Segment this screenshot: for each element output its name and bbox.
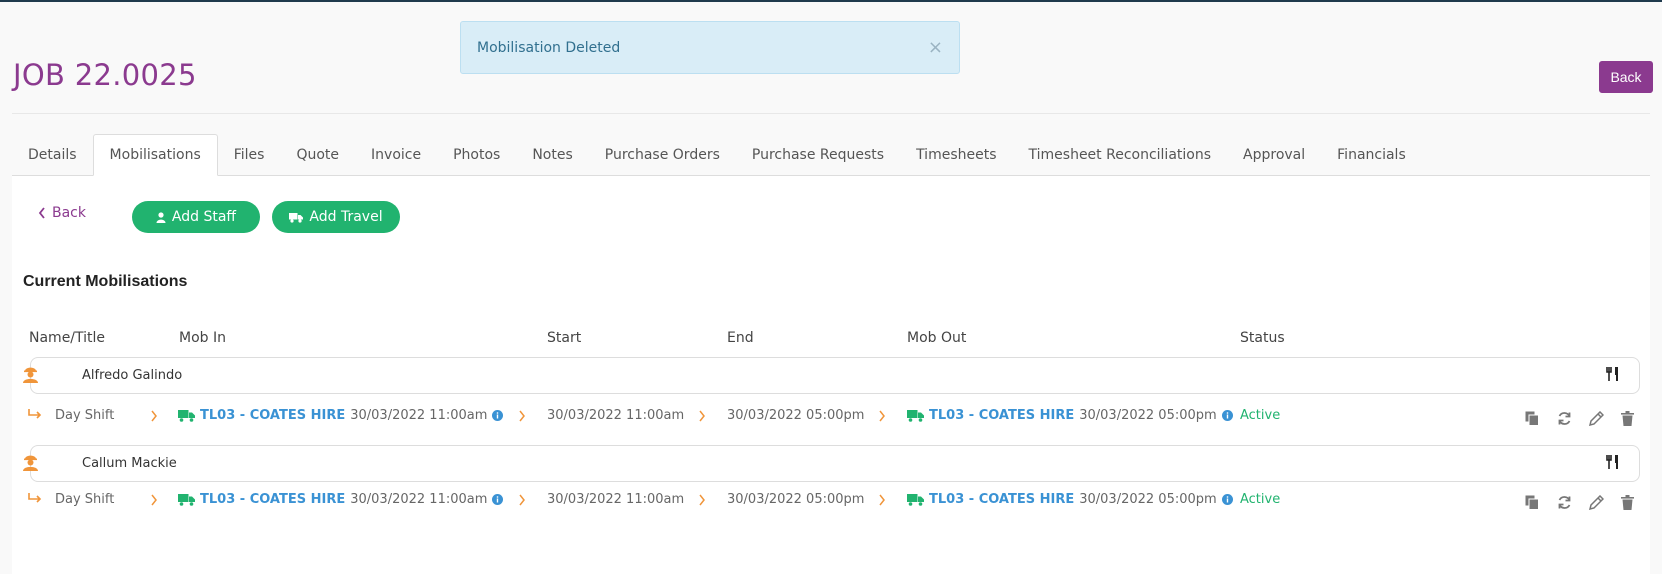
truck-icon	[907, 410, 924, 422]
mob-in-vehicle-link[interactable]: TL03 - COATES HIRE	[200, 492, 345, 507]
mob-out-time: 30/03/2022 05:00pm	[1079, 408, 1217, 423]
tab-purchase-requests[interactable]: Purchase Requests	[736, 134, 900, 175]
worker-icon	[23, 367, 38, 383]
mob-in-cell: TL03 - COATES HIRE 30/03/2022 11:00am	[178, 492, 504, 507]
mob-out-cell: TL03 - COATES HIRE 30/03/2022 05:00pm	[907, 408, 1233, 423]
info-icon[interactable]	[1221, 410, 1233, 421]
truck-icon	[289, 212, 304, 223]
info-icon[interactable]	[492, 494, 504, 505]
end-time: 30/03/2022 05:00pm	[727, 492, 865, 507]
mobilisations-back-link[interactable]: Back	[38, 205, 86, 221]
chevron-right-icon	[699, 410, 705, 422]
person-name: Callum Mackie	[82, 456, 177, 471]
status-badge: Active	[1240, 492, 1281, 507]
person-row: Alfredo Galindo	[30, 357, 1640, 394]
column-header-name: Name/Title	[29, 330, 106, 346]
column-header-start: Start	[547, 330, 582, 346]
section-title: Current Mobilisations	[23, 273, 188, 290]
truck-icon	[178, 410, 195, 422]
divider	[12, 113, 1650, 114]
add-travel-label: Add Travel	[309, 209, 383, 225]
mob-in-time: 30/03/2022 11:00am	[350, 408, 488, 423]
person-name: Alfredo Galindo	[82, 368, 183, 383]
meal-icon[interactable]	[1606, 367, 1620, 381]
tab-details[interactable]: Details	[12, 134, 93, 175]
mob-out-vehicle-link[interactable]: TL03 - COATES HIRE	[929, 408, 1074, 423]
person-row: Callum Mackie	[30, 445, 1640, 482]
chevron-right-icon	[879, 410, 885, 422]
truck-icon	[178, 494, 195, 506]
add-staff-label: Add Staff	[171, 209, 237, 225]
tab-bar: Details Mobilisations Files Quote Invoic…	[12, 134, 1650, 176]
top-border	[0, 0, 1662, 2]
edit-icon[interactable]	[1589, 495, 1604, 510]
tab-photos[interactable]: Photos	[437, 134, 516, 175]
tab-purchase-orders[interactable]: Purchase Orders	[589, 134, 736, 175]
chevron-right-icon	[519, 494, 525, 506]
alert-banner: Mobilisation Deleted ×	[460, 21, 960, 74]
back-button[interactable]: Back	[1599, 61, 1653, 93]
meal-icon[interactable]	[1606, 455, 1620, 469]
chevron-right-icon	[699, 494, 705, 506]
mob-out-time: 30/03/2022 05:00pm	[1079, 492, 1217, 507]
worker-icon	[23, 455, 38, 471]
refresh-icon[interactable]	[1557, 411, 1572, 426]
trash-icon[interactable]	[1621, 495, 1634, 510]
mob-out-vehicle-link[interactable]: TL03 - COATES HIRE	[929, 492, 1074, 507]
alert-message: Mobilisation Deleted	[477, 39, 621, 56]
mob-out-cell: TL03 - COATES HIRE 30/03/2022 05:00pm	[907, 492, 1233, 507]
mob-in-vehicle-link[interactable]: TL03 - COATES HIRE	[200, 408, 345, 423]
sub-row-arrow-icon	[28, 493, 42, 503]
info-icon[interactable]	[1221, 494, 1233, 505]
tab-financials[interactable]: Financials	[1321, 134, 1422, 175]
tab-quote[interactable]: Quote	[280, 134, 355, 175]
copy-icon[interactable]	[1525, 495, 1539, 510]
chevron-right-icon	[151, 410, 157, 422]
info-icon[interactable]	[492, 410, 504, 421]
chevron-left-icon	[38, 207, 45, 219]
sub-row-arrow-icon	[28, 409, 42, 419]
end-time: 30/03/2022 05:00pm	[727, 408, 865, 423]
trash-icon[interactable]	[1621, 411, 1634, 426]
add-travel-button[interactable]: Add Travel	[272, 201, 400, 233]
chevron-right-icon	[879, 494, 885, 506]
chevron-right-icon	[151, 494, 157, 506]
tab-files[interactable]: Files	[218, 134, 281, 175]
tab-mobilisations[interactable]: Mobilisations	[92, 134, 218, 176]
mob-in-time: 30/03/2022 11:00am	[350, 492, 488, 507]
status-badge: Active	[1240, 408, 1281, 423]
column-header-mob-out: Mob Out	[907, 330, 967, 346]
mob-in-cell: TL03 - COATES HIRE 30/03/2022 11:00am	[178, 408, 504, 423]
tab-invoice[interactable]: Invoice	[355, 134, 437, 175]
tab-timesheets[interactable]: Timesheets	[900, 134, 1012, 175]
user-icon	[156, 211, 166, 223]
tab-timesheet-reconciliations[interactable]: Timesheet Reconciliations	[1013, 134, 1228, 175]
add-staff-button[interactable]: Add Staff	[132, 201, 260, 233]
refresh-icon[interactable]	[1557, 495, 1572, 510]
copy-icon[interactable]	[1525, 411, 1539, 426]
column-header-status: Status	[1240, 330, 1285, 346]
start-time: 30/03/2022 11:00am	[547, 492, 685, 507]
tab-approval[interactable]: Approval	[1227, 134, 1321, 175]
truck-icon	[907, 494, 924, 506]
column-header-end: End	[727, 330, 754, 346]
alert-close-button[interactable]: ×	[928, 38, 943, 57]
page-title: JOB 22.0025	[13, 58, 197, 92]
tab-notes[interactable]: Notes	[516, 134, 588, 175]
back-link-label: Back	[52, 205, 86, 221]
shift-label: Day Shift	[55, 492, 115, 507]
start-time: 30/03/2022 11:00am	[547, 408, 685, 423]
chevron-right-icon	[519, 410, 525, 422]
column-header-mob-in: Mob In	[179, 330, 226, 346]
shift-label: Day Shift	[55, 408, 115, 423]
edit-icon[interactable]	[1589, 411, 1604, 426]
